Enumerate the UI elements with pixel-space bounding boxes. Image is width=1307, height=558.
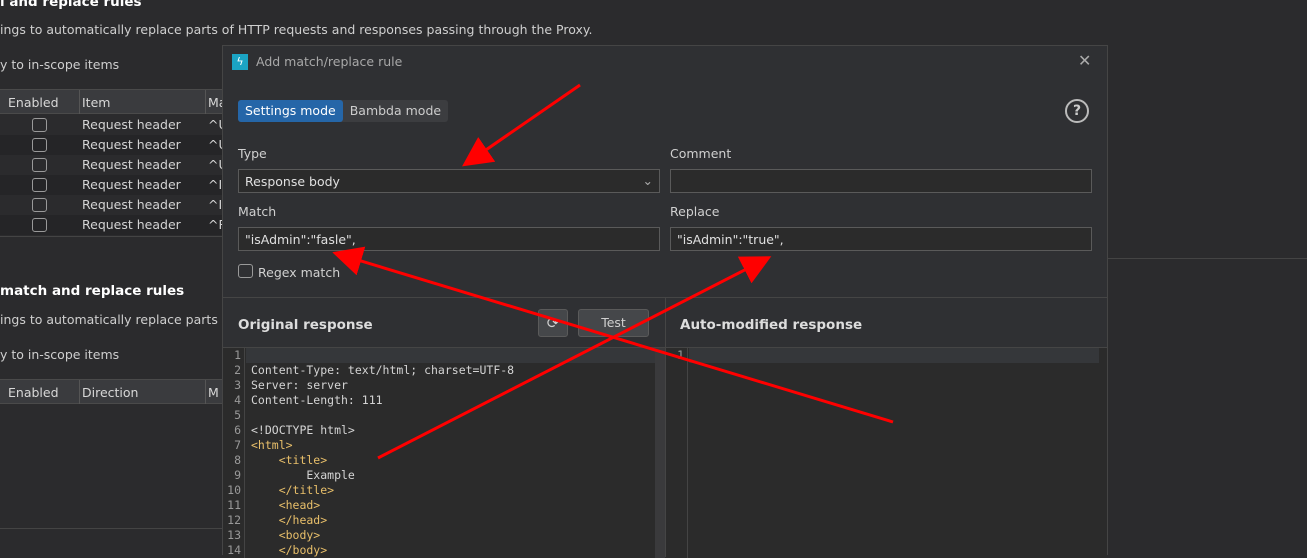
annotation-arrows bbox=[332, 83, 894, 460]
arrow-to-replace bbox=[377, 256, 772, 460]
arrow-to-type bbox=[462, 83, 581, 167]
arrow-to-match bbox=[332, 246, 894, 424]
